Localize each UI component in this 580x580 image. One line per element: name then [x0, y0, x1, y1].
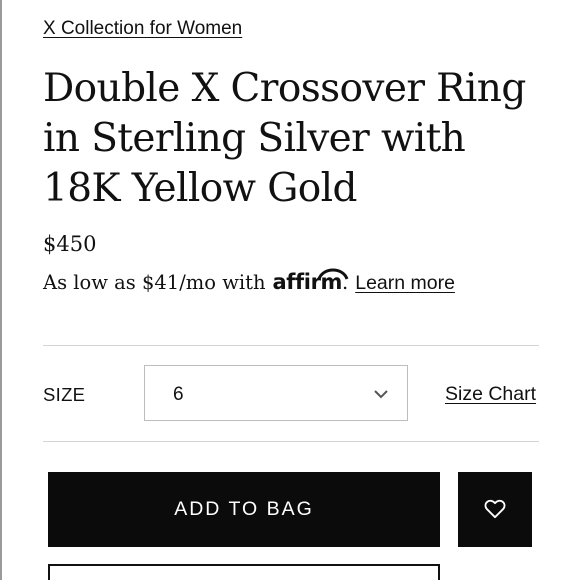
- size-selected-value: 6: [173, 384, 184, 405]
- divider-bottom: [43, 441, 539, 442]
- product-title: Double X Crossover Ring in Sterling Silv…: [43, 66, 526, 211]
- financing-line: As low as $41/mo with affirm . Learn mor…: [43, 268, 455, 295]
- heart-icon: [484, 499, 506, 519]
- divider-top: [43, 345, 539, 346]
- affirm-logo: affirm: [273, 268, 348, 294]
- chevron-down-icon: [374, 390, 388, 399]
- learn-more-link[interactable]: Learn more: [355, 272, 455, 295]
- add-to-bag-button[interactable]: ADD TO BAG: [48, 472, 440, 547]
- wishlist-button[interactable]: [458, 472, 532, 547]
- affirm-arc-icon: [317, 268, 348, 280]
- size-chart-link[interactable]: Size Chart: [445, 383, 536, 406]
- size-label: SIZE: [43, 384, 86, 405]
- financing-text: As low as $41/mo with: [43, 271, 266, 294]
- size-select[interactable]: 6: [144, 365, 408, 421]
- collection-link[interactable]: X Collection for Women: [43, 18, 242, 40]
- left-divider: [0, 0, 2, 580]
- product-price: $450: [43, 232, 97, 256]
- secondary-action-button[interactable]: [48, 564, 440, 580]
